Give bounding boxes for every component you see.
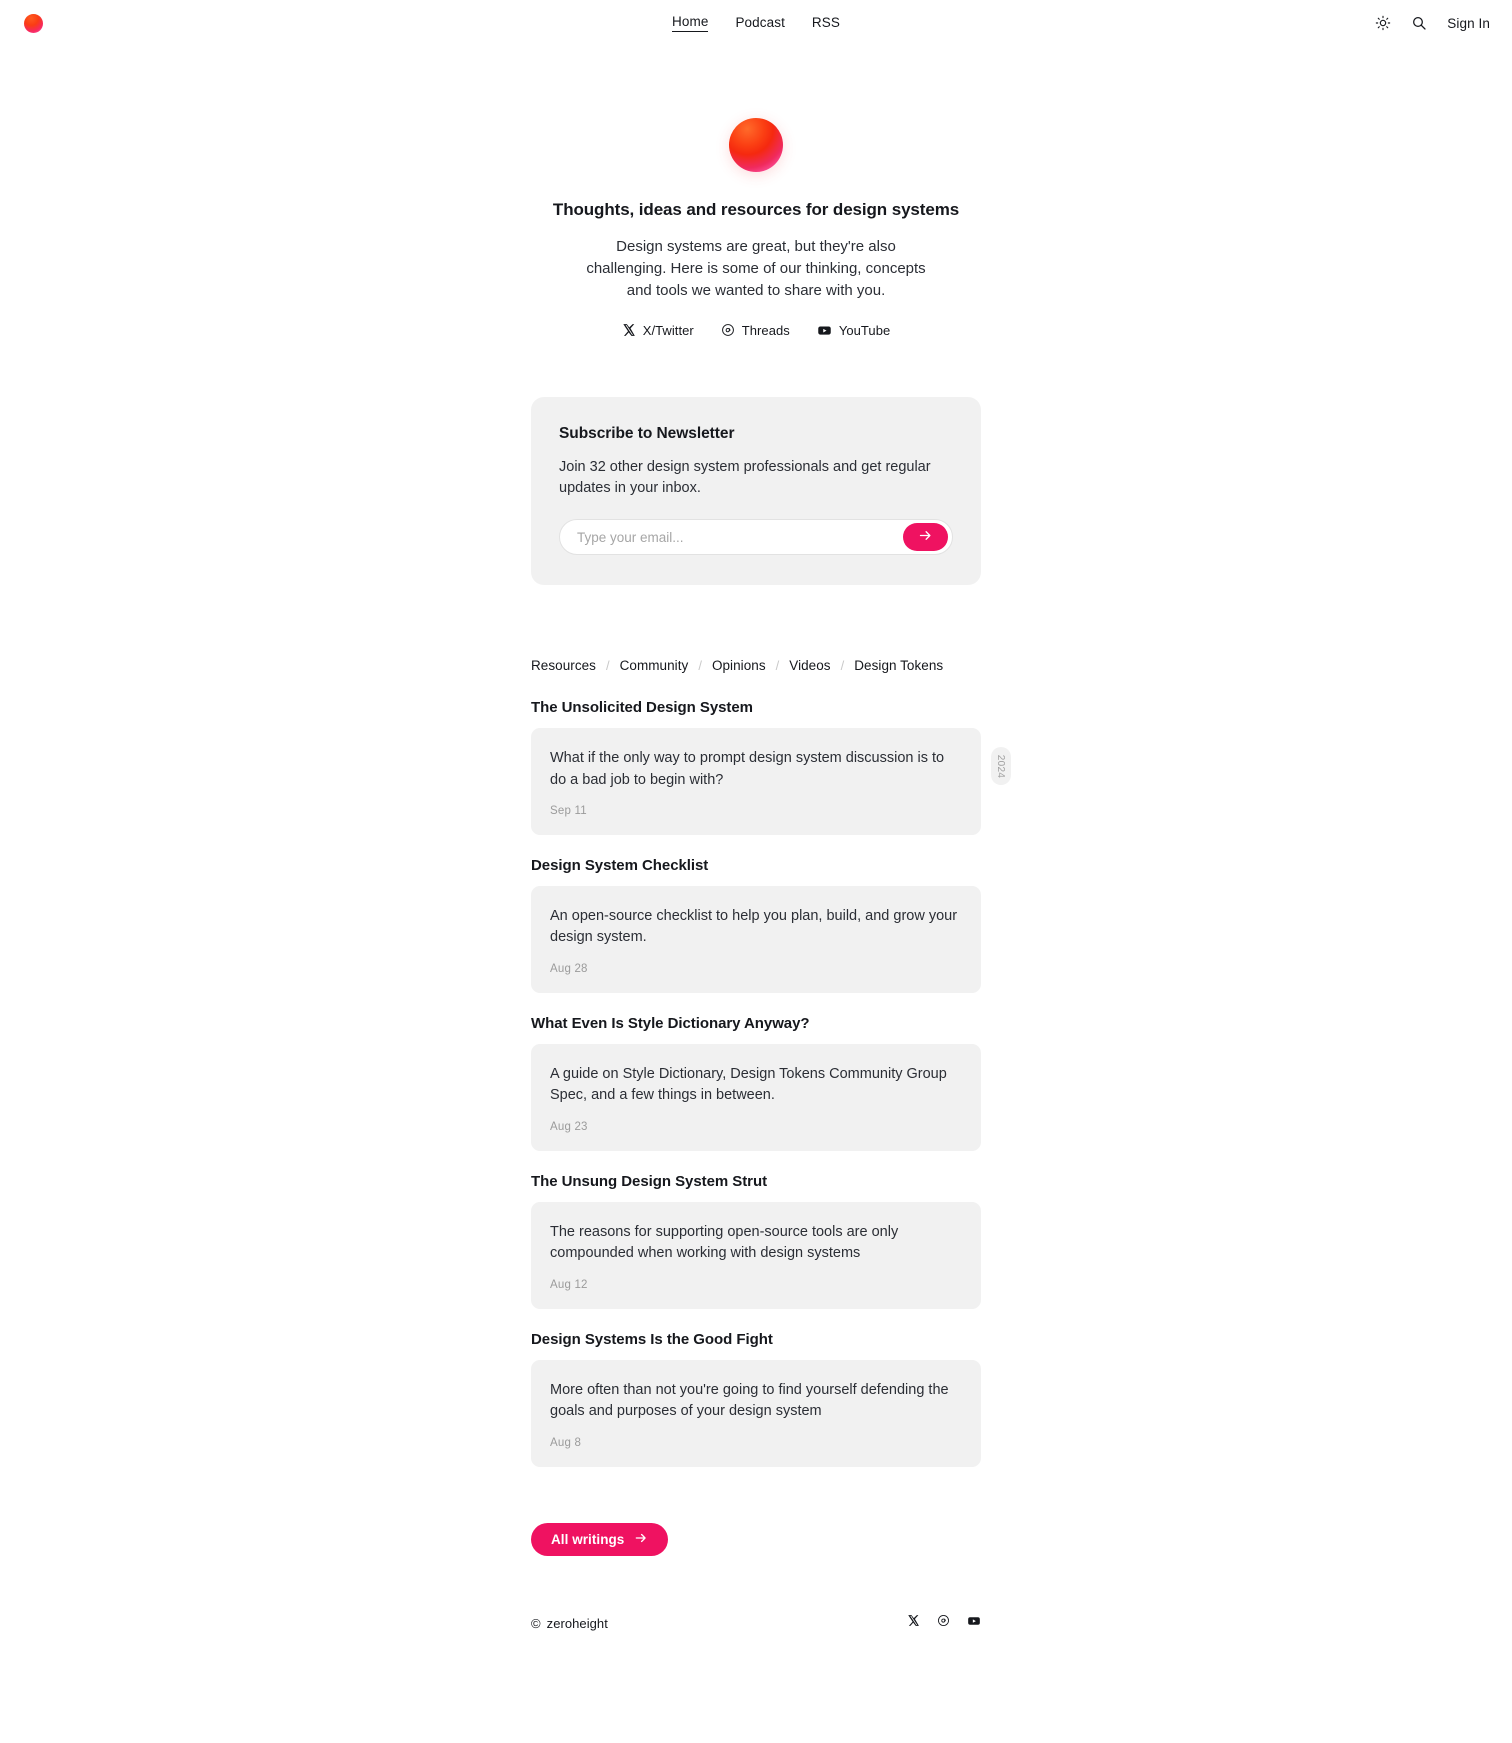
zeroheight-logo-icon[interactable]	[24, 13, 43, 33]
x-twitter-icon	[622, 323, 636, 337]
article-title[interactable]: The Unsung Design System Strut	[531, 1173, 981, 1190]
article-title[interactable]: The Unsolicited Design System	[531, 699, 981, 716]
youtube-icon	[817, 323, 832, 338]
article-title[interactable]: Design System Checklist	[531, 857, 981, 874]
social-label: Threads	[741, 322, 790, 338]
article-card[interactable]: A guide on Style Dictionary, Design Toke…	[531, 1043, 981, 1151]
newsletter-form	[559, 519, 953, 556]
nav-link-podcast[interactable]: Podcast	[735, 15, 784, 32]
article-item: The Unsolicited Design System What if th…	[531, 699, 1011, 835]
all-writings-label: All writings	[551, 1531, 625, 1547]
newsletter-submit-button[interactable]	[903, 523, 948, 552]
article-item: Design Systems Is the Good Fight More of…	[531, 1331, 981, 1467]
top-navigation-bar: Home Podcast RSS Sign In	[0, 0, 1512, 46]
social-label: YouTube	[838, 322, 891, 338]
category-separator: /	[605, 658, 610, 674]
hero-orb-logo-icon	[729, 118, 783, 172]
category-separator: /	[840, 658, 845, 674]
category-separator: /	[775, 658, 780, 674]
nav-actions: Sign In	[1373, 13, 1490, 33]
social-link-threads[interactable]: Threads	[721, 323, 790, 338]
hero-social-links: X/Twitter Threads YouTube	[622, 323, 891, 338]
x-twitter-icon	[907, 1614, 920, 1632]
youtube-icon	[967, 1614, 981, 1633]
social-label: X/Twitter	[642, 322, 694, 338]
footer-social-threads[interactable]	[937, 1614, 950, 1632]
all-writings-button[interactable]: All writings	[531, 1522, 669, 1556]
primary-nav: Home Podcast RSS	[672, 14, 840, 32]
category-separator: /	[698, 658, 702, 674]
article-item: Design System Checklist An open-source c…	[531, 857, 981, 993]
threads-icon	[721, 323, 735, 337]
article-card[interactable]: What if the only way to prompt design sy…	[531, 728, 981, 835]
article-title[interactable]: Design Systems Is the Good Fight	[531, 1331, 981, 1348]
newsletter-title: Subscribe to Newsletter	[559, 424, 735, 442]
article-date: Aug 28	[550, 962, 588, 975]
page-title: Thoughts, ideas and resources for design…	[552, 200, 960, 219]
footer-social-youtube[interactable]	[967, 1614, 981, 1633]
article-excerpt: What if the only way to prompt design sy…	[550, 750, 945, 788]
email-input[interactable]	[577, 529, 903, 545]
page-footer: © zeroheight	[531, 1614, 981, 1663]
newsletter-description: Join 32 other design system professional…	[559, 458, 931, 497]
article-date: Sep 11	[550, 804, 587, 817]
social-link-x-twitter[interactable]: X/Twitter	[622, 323, 694, 338]
article-date: Aug 8	[550, 1436, 582, 1449]
hero-description: Design systems are great, but they're al…	[586, 238, 926, 300]
article-date: Aug 23	[550, 1120, 588, 1133]
arrow-right-icon	[634, 1531, 648, 1548]
category-community[interactable]: Community	[620, 658, 689, 673]
social-link-youtube[interactable]: YouTube	[817, 323, 890, 338]
article-excerpt: A guide on Style Dictionary, Design Toke…	[550, 1065, 947, 1104]
article-item: What Even Is Style Dictionary Anyway? A …	[531, 1015, 981, 1151]
footer-social-links	[907, 1614, 981, 1633]
hero-section: Thoughts, ideas and resources for design…	[0, 46, 1512, 338]
sign-in-link[interactable]: Sign In	[1447, 16, 1490, 31]
category-resources[interactable]: Resources	[531, 658, 596, 673]
article-list: The Unsolicited Design System What if th…	[531, 699, 1011, 1467]
year-badge-label: 2024	[995, 754, 1007, 778]
article-card[interactable]: More often than not you're going to find…	[531, 1359, 981, 1467]
arrow-right-icon	[918, 528, 933, 546]
nav-link-rss[interactable]: RSS	[812, 15, 840, 32]
copyright-text: zeroheight	[546, 1615, 608, 1631]
footer-social-x-twitter[interactable]	[907, 1614, 920, 1632]
category-opinions[interactable]: Opinions	[712, 658, 766, 673]
search-icon[interactable]	[1409, 13, 1429, 33]
main-content: Subscribe to Newsletter Join 32 other de…	[531, 396, 1011, 1663]
article-date: Aug 12	[550, 1278, 588, 1291]
copyright-symbol: ©	[531, 1615, 541, 1631]
article-title[interactable]: What Even Is Style Dictionary Anyway?	[531, 1015, 981, 1032]
article-card[interactable]: An open-source checklist to help you pla…	[531, 885, 981, 993]
category-videos[interactable]: Videos	[789, 658, 830, 673]
article-excerpt: More often than not you're going to find…	[550, 1381, 949, 1420]
article-excerpt: The reasons for supporting open-source t…	[550, 1223, 899, 1262]
article-card[interactable]: The reasons for supporting open-source t…	[531, 1201, 981, 1309]
article-item: The Unsung Design System Strut The reaso…	[531, 1173, 981, 1309]
year-badge: 2024	[991, 747, 1011, 786]
nav-link-home[interactable]: Home	[672, 14, 709, 32]
newsletter-card: Subscribe to Newsletter Join 32 other de…	[531, 396, 981, 586]
category-design-tokens[interactable]: Design Tokens	[854, 658, 943, 673]
article-excerpt: An open-source checklist to help you pla…	[550, 907, 958, 946]
category-filter-list: Resources / Community / Opinions / Video…	[531, 658, 981, 673]
footer-copyright: © zeroheight	[531, 1616, 608, 1631]
threads-icon	[937, 1614, 950, 1632]
sun-icon[interactable]	[1373, 13, 1393, 33]
